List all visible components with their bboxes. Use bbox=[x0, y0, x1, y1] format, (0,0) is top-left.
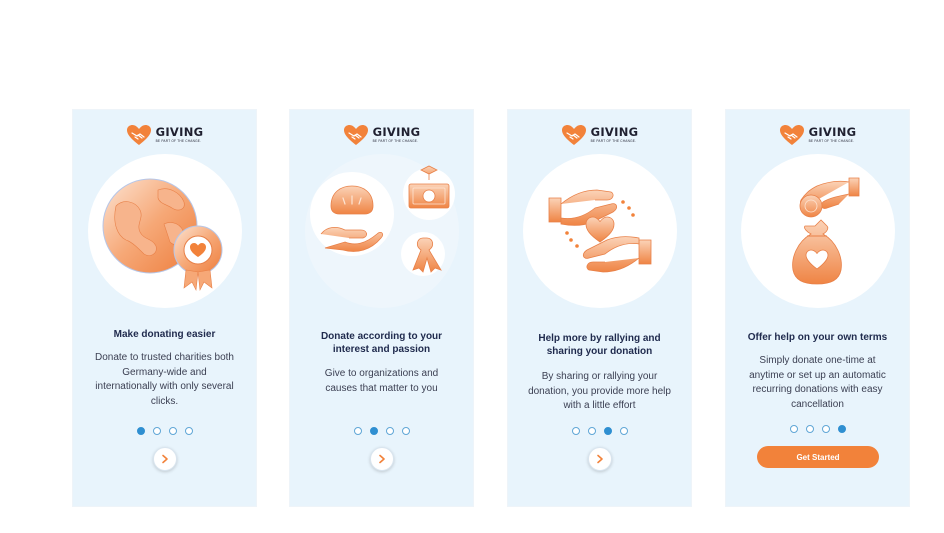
app-logo: GIVING BE PART OF THE CHANGE. bbox=[508, 124, 691, 146]
page-dot-3[interactable] bbox=[168, 427, 177, 435]
page-dot-1[interactable] bbox=[571, 427, 580, 435]
screen-title: Help more by rallying and sharing your d… bbox=[538, 333, 661, 357]
brand-tagline: BE PART OF THE CHANGE. bbox=[590, 138, 637, 143]
pagination-dots bbox=[73, 427, 256, 435]
page-dot-1[interactable] bbox=[136, 427, 145, 435]
pagination-dots bbox=[508, 427, 691, 435]
page-dot-4[interactable] bbox=[184, 427, 193, 435]
page-dot-4[interactable] bbox=[619, 427, 628, 435]
heart-handshake-logo-icon bbox=[126, 125, 151, 145]
page-dot-1[interactable] bbox=[353, 427, 362, 435]
brand-tagline: BE PART OF THE CHANGE. bbox=[372, 138, 419, 143]
next-button[interactable] bbox=[369, 447, 394, 471]
heart-handshake-logo-icon bbox=[561, 125, 586, 145]
screen-title: Make donating easier bbox=[113, 329, 216, 340]
pagination-dots bbox=[290, 427, 473, 435]
page-dot-3[interactable] bbox=[603, 427, 612, 435]
next-button[interactable] bbox=[587, 447, 612, 471]
screen-title: Offer help on your own terms bbox=[747, 332, 888, 343]
brand-name: GIVING bbox=[590, 125, 639, 140]
page-dot-2[interactable] bbox=[587, 427, 596, 435]
screen-title: Donate according to your interest and pa… bbox=[320, 331, 443, 355]
page-dot-4[interactable] bbox=[401, 427, 410, 435]
hand-coin-money-bag-icon bbox=[740, 154, 895, 308]
page-dot-4[interactable] bbox=[837, 425, 846, 433]
page-dot-3[interactable] bbox=[385, 427, 394, 435]
brand-name: GIVING bbox=[155, 125, 204, 140]
onboarding-screen-3: GIVING BE PART OF THE CHANGE. Help more … bbox=[508, 110, 691, 506]
chevron-right-icon bbox=[596, 454, 603, 464]
page-dot-2[interactable] bbox=[805, 425, 814, 433]
page-dot-2[interactable] bbox=[152, 427, 161, 435]
screen-description: Donate to trusted charities both Germany… bbox=[95, 352, 234, 407]
interest-categories-icon bbox=[304, 154, 459, 308]
screen-description: By sharing or rallying your donation, yo… bbox=[528, 371, 671, 411]
get-started-button[interactable]: Get Started bbox=[757, 446, 879, 468]
chevron-right-icon bbox=[161, 454, 168, 464]
page-dot-2[interactable] bbox=[369, 427, 378, 435]
hands-sharing-heart-icon bbox=[522, 154, 677, 308]
brand-name: GIVING bbox=[808, 125, 857, 140]
heart-handshake-logo-icon bbox=[779, 125, 804, 145]
screen-description: Simply donate one-time at anytime or set… bbox=[749, 355, 886, 410]
brand-tagline: BE PART OF THE CHANGE. bbox=[808, 138, 855, 143]
app-logo: GIVING BE PART OF THE CHANGE. bbox=[73, 124, 256, 146]
app-logo: GIVING BE PART OF THE CHANGE. bbox=[290, 124, 473, 146]
page-dot-3[interactable] bbox=[821, 425, 830, 433]
onboarding-screen-2: GIVING BE PART OF THE CHANGE. Donate acc… bbox=[290, 110, 473, 506]
brand-name: GIVING bbox=[372, 125, 421, 140]
onboarding-screen-4: GIVING BE PART OF THE CHANGE. Offer help… bbox=[726, 110, 909, 506]
page-dot-1[interactable] bbox=[789, 425, 798, 433]
app-logo: GIVING BE PART OF THE CHANGE. bbox=[726, 124, 909, 146]
globe-with-heart-badge-icon bbox=[87, 154, 242, 308]
next-button[interactable] bbox=[152, 447, 177, 471]
pagination-dots bbox=[726, 425, 909, 433]
chevron-right-icon bbox=[378, 454, 385, 464]
screen-description: Give to organizations and causes that ma… bbox=[324, 368, 439, 394]
brand-tagline: BE PART OF THE CHANGE. bbox=[155, 138, 202, 143]
onboarding-screen-1: GIVING BE PART OF THE CHANGE. Make donat… bbox=[73, 110, 256, 506]
heart-handshake-logo-icon bbox=[343, 125, 368, 145]
